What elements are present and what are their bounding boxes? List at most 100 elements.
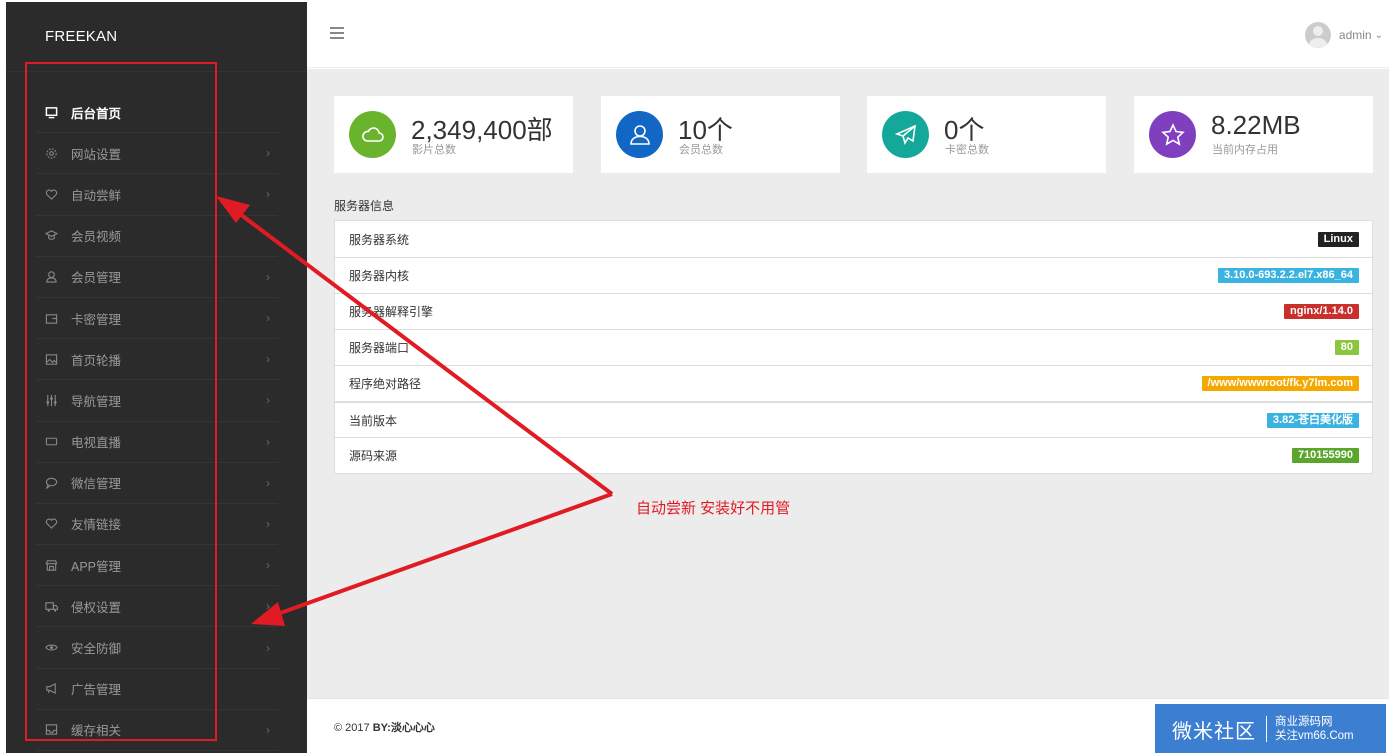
sidebar-item-label: 电视直播 (71, 436, 122, 451)
store-icon (44, 558, 58, 572)
stat-caption: 会员总数 (679, 144, 723, 156)
stat-card-movies: 2,349,400部 影片总数 (334, 96, 573, 173)
sidebar-item-label: 友情链接 (71, 518, 122, 533)
table-row: 程序绝对路径/www/wwwroot/fk.y7lm.com (335, 365, 1372, 401)
chat-bubble-icon (44, 476, 58, 490)
chevron-right-icon: › (266, 599, 270, 614)
footer: © 2017 BY:淡心心心 微米社区 商业源码网关注vm66.Com (307, 698, 1389, 753)
sidebar-item-label: 广告管理 (71, 683, 122, 698)
sidebar-item[interactable]: 友情链接 › (36, 504, 278, 546)
sidebar-item-label: 会员视频 (71, 230, 122, 245)
heart-icon (44, 517, 58, 531)
sidebar-nav: 后台首页 网站设置 › 自动尝鲜 › 会员视频 会员管理 › 卡密管理 › 首页轮播 › 导航管理 › 电视… (36, 92, 278, 751)
value-badge: 80 (1334, 340, 1359, 355)
chevron-right-icon: › (266, 311, 270, 326)
megaphone-icon (44, 682, 58, 696)
watermark-line2: 关注vm66.Com (1275, 730, 1354, 742)
value-badge: 3.82-苍白美化版 (1266, 412, 1359, 428)
chevron-right-icon: › (266, 393, 270, 408)
eye-icon (44, 641, 58, 655)
value-badge: /www/wwwroot/fk.y7lm.com (1201, 376, 1359, 391)
sidebar-item[interactable]: 后台首页 (36, 92, 278, 134)
chevron-right-icon: › (266, 558, 270, 573)
stat-card-members: 10个 会员总数 (601, 96, 840, 173)
row-label: 服务器系统 (349, 232, 410, 247)
value-badge: Linux (1317, 231, 1359, 247)
main-content: 2,349,400部 影片总数 10个 会员总数 0个 卡密总数 8.22MB … (307, 69, 1389, 698)
sidebar-item-label: 自动尝鲜 (71, 188, 122, 203)
sidebar-item[interactable]: 微信管理 › (36, 463, 278, 504)
user-icon (44, 270, 58, 284)
sidebar-item[interactable]: 导航管理 › (36, 380, 278, 422)
stat-caption: 当前内存占用 (1212, 144, 1278, 156)
heart-icon (44, 187, 58, 201)
row-label: 服务器端口 (349, 341, 410, 355)
chevron-right-icon: › (266, 722, 270, 737)
chevron-right-icon: › (266, 187, 270, 202)
sidebar-item[interactable]: 首页轮播 › (36, 339, 278, 381)
sliders-icon (44, 393, 58, 407)
avatar[interactable] (1304, 22, 1331, 48)
row-label: 程序绝对路径 (349, 377, 422, 391)
table-row: 服务器内核 3.10.0-693.2.2.el7.x86_64 (335, 257, 1372, 293)
copyright-text: © 2017 (334, 722, 373, 734)
stat-caption: 影片总数 (412, 144, 456, 156)
user-icon (616, 111, 663, 158)
table-row: 服务器解释引擎 nginx/1.14.0 (335, 293, 1372, 329)
hamburger-icon[interactable] (330, 27, 344, 39)
sidebar-item[interactable]: 安全防御 › (36, 627, 278, 669)
truck-icon (44, 599, 58, 613)
image-icon (44, 352, 58, 366)
graduation-cap-icon (44, 229, 58, 243)
row-label: 源码来源 (349, 449, 398, 463)
user-name[interactable]: admin (1339, 28, 1372, 42)
stat-caption: 卡密总数 (945, 144, 989, 156)
stat-card-cards: 0个 卡密总数 (867, 96, 1106, 173)
sidebar-item-label: 首页轮播 (71, 353, 122, 368)
sidebar-item[interactable]: 自动尝鲜 › (36, 174, 278, 216)
watermark-main: 微米社区 (1172, 720, 1256, 743)
wallet-icon (44, 311, 58, 325)
chevron-down-icon[interactable]: ⌄ (1375, 30, 1383, 41)
value-badge: nginx/1.14.0 (1284, 304, 1359, 319)
gear-icon (44, 146, 58, 160)
user-menu[interactable]: admin ⌄ (1304, 22, 1383, 48)
chevron-right-icon: › (266, 475, 270, 490)
table-row: 服务器系统 Linux (335, 221, 1372, 257)
sidebar-item[interactable]: 电视直播 › (36, 422, 278, 463)
sidebar-item[interactable]: 侵权设置 › (36, 586, 278, 628)
sidebar-item[interactable]: 会员管理 › (36, 257, 278, 298)
cloud-icon (349, 111, 396, 158)
sidebar-item-label: 微信管理 (71, 477, 122, 492)
chevron-right-icon: › (266, 146, 270, 161)
row-label: 当前版本 (349, 413, 398, 428)
chevron-right-icon: › (266, 352, 270, 367)
watermark-sub: 商业源码网关注vm66.Com (1275, 715, 1354, 743)
sidebar-item[interactable]: 广告管理 (36, 669, 278, 710)
chevron-right-icon: › (266, 434, 270, 449)
chevron-right-icon: › (266, 269, 270, 284)
sidebar-item[interactable]: 卡密管理 › (36, 298, 278, 340)
brand-logo[interactable]: FREEKAN (6, 2, 307, 72)
stat-card-memory: 8.22MB 当前内存占用 (1134, 96, 1373, 173)
sidebar-item-label: 安全防御 (71, 642, 122, 657)
sidebar-item-label: 导航管理 (71, 394, 122, 409)
sidebar-item[interactable]: 缓存相关 › (36, 710, 278, 751)
sidebar-item[interactable]: 网站设置 › (36, 133, 278, 175)
monitor-icon (44, 105, 58, 119)
sidebar-item[interactable]: APP管理 › (36, 545, 278, 587)
copyright-author: BY:淡心心心 (372, 722, 435, 734)
sidebar-item-label: 侵权设置 (71, 600, 122, 615)
watermark-logo: 微米社区 商业源码网关注vm66.Com (1155, 704, 1386, 753)
inbox-icon (44, 723, 58, 737)
row-label: 服务器内核 (349, 269, 410, 283)
annotation-text: 自动尝新 安装好不用管 (636, 500, 791, 517)
sidebar-item-label: 卡密管理 (71, 312, 122, 327)
sidebar-item-label: 网站设置 (71, 147, 122, 162)
sidebar-item-label: 会员管理 (71, 271, 122, 286)
watermark-line1: 商业源码网 (1275, 716, 1333, 728)
sidebar: FREEKAN 后台首页 网站设置 › 自动尝鲜 › 会员视频 会员管理 › 卡密管理 › 首页轮播… (6, 2, 307, 753)
sidebar-item[interactable]: 会员视频 (36, 216, 278, 257)
value-badge: 3.10.0-693.2.2.el7.x86_64 (1217, 268, 1359, 283)
table-row: 源码来源 710155990 (335, 437, 1372, 473)
